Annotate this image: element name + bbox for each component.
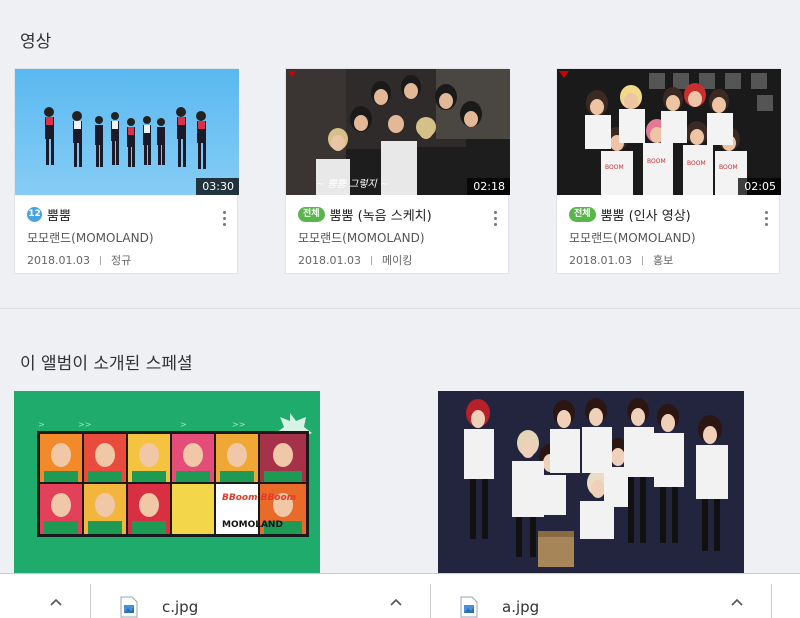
video-duration: 02:18: [467, 178, 510, 195]
video-title[interactable]: 뿜뿜: [47, 205, 71, 224]
svg-text:>: >: [180, 420, 187, 429]
more-options-icon[interactable]: [763, 211, 769, 229]
video-date: 2018.01.03: [27, 253, 90, 267]
image-file-icon: [460, 596, 478, 618]
video-artist[interactable]: 모모랜드(MOMOLAND): [27, 229, 225, 246]
videos-section-title: 영상: [20, 32, 52, 52]
chevron-up-icon[interactable]: [390, 596, 402, 608]
download-bar: c.jpg a.jpg: [0, 573, 800, 618]
meta-divider: [370, 255, 372, 265]
video-thumbnail[interactable]: 03:30: [15, 69, 239, 195]
svg-text:BOOM: BOOM: [605, 164, 624, 171]
video-card[interactable]: ~ 뿜뿜 그렇지 ~ 02:18 전체 뿜뿜 (녹음 스케치) 모모랜드(MOM…: [285, 68, 510, 274]
age-rating-badge: 12: [27, 206, 42, 222]
video-category: 홍보: [652, 254, 674, 267]
special-banner-photo[interactable]: [438, 391, 744, 573]
download-file-name: a.jpg: [502, 598, 540, 616]
age-rating-badge: 전체: [298, 206, 325, 222]
bar-divider: [90, 584, 91, 618]
bar-divider: [771, 584, 772, 618]
video-card[interactable]: BOOM BOOM BOOM BOOM 02:05 전체 뿜뿜 (인사 영상) 모모랜…: [556, 68, 781, 274]
more-options-icon[interactable]: [492, 211, 498, 229]
chevron-up-icon[interactable]: [731, 596, 743, 608]
video-category: 메이킹: [381, 254, 413, 267]
video-title[interactable]: 뿜뿜 (녹음 스케치): [330, 205, 432, 224]
video-artist[interactable]: 모모랜드(MOMOLAND): [569, 229, 767, 246]
age-rating-badge: 전체: [569, 206, 596, 222]
image-file-icon: [120, 596, 138, 618]
svg-text:>>: >>: [78, 420, 91, 429]
meta-divider: [641, 255, 643, 265]
bar-divider: [430, 584, 431, 618]
specials-section-title: 이 앨범이 소개된 스페셜: [20, 354, 193, 374]
album-logo-text: MOMOLAND: [222, 520, 283, 530]
download-item[interactable]: c.jpg: [120, 596, 198, 618]
svg-text:>: >: [38, 420, 45, 429]
video-duration: 03:30: [196, 178, 239, 195]
meta-divider: [99, 255, 101, 265]
video-card[interactable]: 03:30 12 뿜뿜 모모랜드(MOMOLAND) 2018.01.03 정규: [14, 68, 239, 274]
svg-text:BOOM: BOOM: [687, 160, 706, 167]
svg-text:~ 뿜뿜 그렇지 ~: ~ 뿜뿜 그렇지 ~: [316, 178, 388, 190]
album-title-text: BBoom BBoom: [222, 493, 296, 503]
chevron-up-icon[interactable]: [50, 596, 62, 608]
section-divider: [0, 308, 800, 309]
video-duration: 02:05: [738, 178, 781, 195]
video-artist[interactable]: 모모랜드(MOMOLAND): [298, 229, 496, 246]
download-item[interactable]: a.jpg: [460, 596, 539, 618]
video-date: 2018.01.03: [569, 253, 632, 267]
video-thumbnail[interactable]: BOOM BOOM BOOM BOOM 02:05: [557, 69, 781, 195]
video-title[interactable]: 뿜뿜 (인사 영상): [601, 205, 691, 224]
svg-text:BOOM: BOOM: [647, 158, 666, 165]
svg-text:BOOM: BOOM: [719, 164, 738, 171]
video-date: 2018.01.03: [298, 253, 361, 267]
svg-text:>>: >>: [232, 420, 245, 429]
video-thumbnail[interactable]: ~ 뿜뿜 그렇지 ~ 02:18: [286, 69, 510, 195]
video-category: 정규: [110, 254, 132, 267]
special-banner-album[interactable]: > >> > >> BBoom BBoom MOMOLAND: [14, 391, 320, 573]
download-file-name: c.jpg: [162, 598, 199, 616]
more-options-icon[interactable]: [221, 211, 227, 229]
